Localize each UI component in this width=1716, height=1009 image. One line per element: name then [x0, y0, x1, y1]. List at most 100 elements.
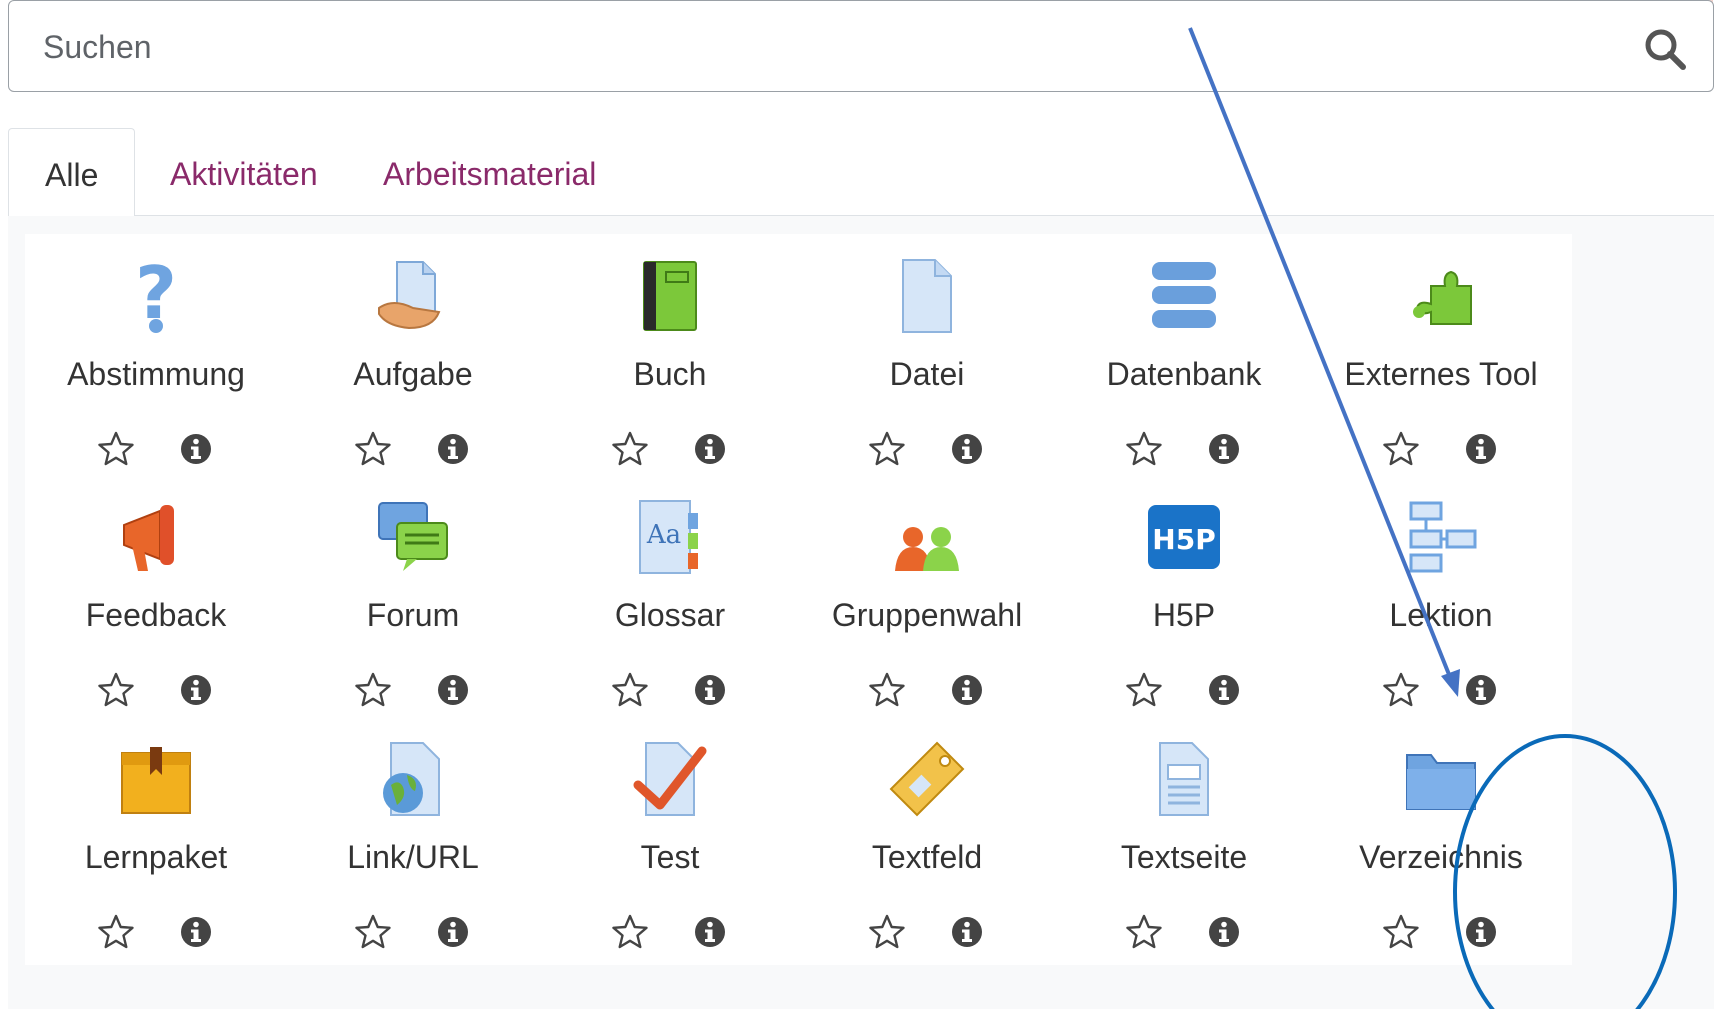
info-icon[interactable]: [693, 432, 727, 466]
star-icon[interactable]: [1382, 913, 1420, 951]
module-tile-link-url[interactable]: Link/URL: [282, 717, 544, 965]
megaphone-icon: [123, 505, 174, 571]
star-icon[interactable]: [1125, 913, 1163, 951]
info-icon[interactable]: [950, 915, 984, 949]
module-label: Textseite: [1120, 839, 1248, 875]
star-icon[interactable]: [1125, 671, 1163, 709]
module-label: Glossar: [614, 597, 726, 633]
info-icon[interactable]: [1207, 432, 1241, 466]
module-tile-datei[interactable]: Datei: [796, 234, 1058, 482]
info-icon[interactable]: [693, 673, 727, 707]
module-label: Datei: [889, 356, 965, 392]
module-tile-textfeld[interactable]: Textfeld: [796, 717, 1058, 965]
info-icon[interactable]: [1464, 673, 1498, 707]
glossary-icon: Aa: [639, 500, 698, 574]
info-icon[interactable]: [1464, 432, 1498, 466]
module-label: Verzeichnis: [1359, 839, 1523, 875]
star-icon[interactable]: [1125, 430, 1163, 468]
star-icon[interactable]: [97, 671, 135, 709]
tab-arbeitsmaterial[interactable]: Arbeitsmaterial: [347, 128, 632, 216]
star-icon[interactable]: [354, 671, 392, 709]
quiz-icon: [633, 742, 707, 816]
module-tile-datenbank[interactable]: Datenbank: [1053, 234, 1315, 482]
star-icon[interactable]: [1382, 430, 1420, 468]
star-icon[interactable]: [868, 430, 906, 468]
module-tile-externes-tool[interactable]: Externes Tool: [1310, 234, 1572, 482]
star-icon[interactable]: [611, 430, 649, 468]
star-icon[interactable]: [611, 671, 649, 709]
search-icon[interactable]: [1643, 27, 1687, 71]
book-icon: [643, 261, 697, 331]
module-label: Buch: [633, 356, 707, 392]
star-icon[interactable]: [868, 671, 906, 709]
module-grid: ? Abstimmung Aufgabe Buch Datei Datenbank Exte…: [8, 216, 1714, 1009]
database-icon: [1152, 262, 1216, 328]
assignment-icon: [378, 261, 441, 330]
h5p-icon: H5P: [1148, 505, 1220, 569]
module-label: Test: [640, 839, 700, 875]
info-icon[interactable]: [1464, 915, 1498, 949]
module-label: Abstimmung: [67, 356, 245, 392]
lesson-icon: [1409, 501, 1477, 573]
module-tile-textseite[interactable]: Textseite: [1053, 717, 1315, 965]
module-label: Gruppenwahl: [831, 597, 1023, 633]
info-icon[interactable]: [950, 673, 984, 707]
puzzle-icon: [1413, 270, 1472, 325]
star-icon[interactable]: [1382, 671, 1420, 709]
info-icon[interactable]: [436, 915, 470, 949]
star-icon[interactable]: [97, 913, 135, 951]
module-label: Textfeld: [871, 839, 983, 875]
star-icon[interactable]: [97, 430, 135, 468]
h5p-logo-text: H5P: [1152, 523, 1215, 556]
search-box[interactable]: [8, 0, 1714, 92]
url-icon: [383, 742, 440, 816]
module-tile-buch[interactable]: Buch: [539, 234, 801, 482]
forum-icon: [378, 502, 448, 571]
module-tile-feedback[interactable]: Feedback: [25, 475, 287, 723]
module-tile-forum[interactable]: Forum: [282, 475, 544, 723]
module-tile-lernpaket[interactable]: Lernpaket: [25, 717, 287, 965]
star-icon[interactable]: [868, 913, 906, 951]
module-label: Aufgabe: [353, 356, 473, 392]
package-icon: [121, 747, 191, 814]
tab-aktivitaeten[interactable]: Aktivitäten: [134, 128, 354, 216]
glossary-icon-text: Aa: [646, 520, 681, 550]
module-tile-aufgabe[interactable]: Aufgabe: [282, 234, 544, 482]
module-label: H5P: [1152, 597, 1216, 633]
module-tile-h5p[interactable]: H5P H5P: [1053, 475, 1315, 723]
module-tile-gruppenwahl[interactable]: Gruppenwahl: [796, 475, 1058, 723]
choice-question-icon: ?: [135, 256, 177, 335]
info-icon[interactable]: [436, 432, 470, 466]
module-tile-lektion[interactable]: Lektion: [1310, 475, 1572, 723]
module-tile-test[interactable]: Test: [539, 717, 801, 965]
info-icon[interactable]: [179, 673, 213, 707]
folder-icon: [1406, 754, 1476, 810]
tab-alle[interactable]: Alle: [8, 128, 136, 217]
module-label: Forum: [366, 597, 460, 633]
module-label: Feedback: [85, 597, 227, 633]
page-icon: [1159, 742, 1209, 816]
info-icon[interactable]: [1207, 915, 1241, 949]
module-label: Lernpaket: [84, 839, 228, 875]
group-icon: [895, 527, 959, 571]
label-tag-icon: [889, 741, 965, 817]
search-input[interactable]: [41, 19, 1605, 75]
module-tabs: Alle Aktivitäten Arbeitsmaterial: [8, 128, 1714, 217]
module-label: Externes Tool: [1344, 356, 1538, 392]
info-icon[interactable]: [179, 432, 213, 466]
info-icon[interactable]: [1207, 673, 1241, 707]
info-icon[interactable]: [179, 915, 213, 949]
star-icon[interactable]: [611, 913, 649, 951]
star-icon[interactable]: [354, 913, 392, 951]
info-icon[interactable]: [693, 915, 727, 949]
module-label: Datenbank: [1106, 356, 1262, 392]
star-icon[interactable]: [354, 430, 392, 468]
file-icon: [902, 259, 952, 333]
module-label: Link/URL: [347, 839, 479, 875]
module-tile-glossar[interactable]: Aa Glossar: [539, 475, 801, 723]
module-tile-abstimmung[interactable]: ? Abstimmung: [25, 234, 287, 482]
info-icon[interactable]: [436, 673, 470, 707]
info-icon[interactable]: [950, 432, 984, 466]
module-label: Lektion: [1389, 597, 1493, 633]
module-tile-verzeichnis[interactable]: Verzeichnis: [1310, 717, 1572, 965]
